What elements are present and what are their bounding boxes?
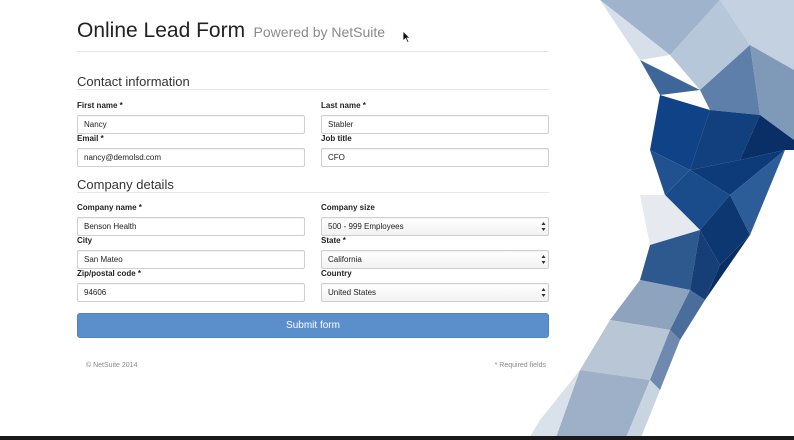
state-label: State * bbox=[321, 236, 346, 245]
page-subtitle: Powered by NetSuite bbox=[253, 24, 386, 40]
field-zip: Zip/postal code * 94606 bbox=[77, 269, 305, 302]
country-label: Country bbox=[321, 269, 352, 278]
select-arrows-icon bbox=[541, 255, 546, 264]
submit-form-button[interactable]: Submit form bbox=[77, 313, 549, 338]
arrow-cursor-icon bbox=[403, 31, 411, 43]
zip-label: Zip/postal code * bbox=[77, 269, 142, 278]
field-city: City San Mateo bbox=[77, 236, 305, 269]
field-last-name: Last name * Stabler bbox=[321, 101, 549, 134]
first-name-input[interactable]: Nancy bbox=[77, 115, 305, 134]
bottom-edge-bar bbox=[0, 436, 794, 440]
city-label: City bbox=[77, 236, 93, 245]
company-size-value: 500 - 999 Employees bbox=[328, 222, 404, 231]
job-title-label: Job title bbox=[321, 134, 352, 143]
section-divider-contact bbox=[77, 89, 549, 90]
select-arrows-icon bbox=[541, 222, 546, 231]
city-input[interactable]: San Mateo bbox=[77, 250, 305, 269]
email-label: Email * bbox=[77, 134, 104, 143]
field-company-name: Company name * Benson Health bbox=[77, 203, 305, 236]
field-first-name: First name * Nancy bbox=[77, 101, 305, 134]
company-size-select[interactable]: 500 - 999 Employees bbox=[321, 217, 549, 236]
page-title: Online Lead Form bbox=[77, 19, 246, 42]
field-email: Email * nancy@demolsd.com bbox=[77, 134, 305, 167]
zip-input[interactable]: 94606 bbox=[77, 283, 305, 302]
country-value: United States bbox=[328, 288, 377, 297]
field-company-size: Company size 500 - 999 Employees bbox=[321, 203, 549, 236]
field-job-title: Job title CFO bbox=[321, 134, 549, 167]
section-title-company: Company details bbox=[77, 177, 174, 192]
company-size-label: Company size bbox=[321, 203, 375, 212]
company-name-input[interactable]: Benson Health bbox=[77, 217, 305, 236]
first-name-label: First name * bbox=[77, 101, 123, 110]
page-header: Online Lead Form Powered by NetSuite bbox=[77, 19, 385, 43]
field-country: Country United States bbox=[321, 269, 549, 302]
section-divider-company bbox=[77, 192, 549, 193]
state-value: California bbox=[328, 255, 362, 264]
last-name-label: Last name * bbox=[321, 101, 366, 110]
company-name-label: Company name * bbox=[77, 203, 142, 212]
country-select[interactable]: United States bbox=[321, 283, 549, 302]
required-fields-note: * Required fields bbox=[494, 362, 546, 369]
last-name-input[interactable]: Stabler bbox=[321, 115, 549, 134]
email-input[interactable]: nancy@demolsd.com bbox=[77, 148, 305, 167]
field-state: State * California bbox=[321, 236, 549, 269]
copyright-text: © NetSuite 2014 bbox=[86, 362, 138, 369]
section-title-contact: Contact information bbox=[77, 74, 190, 89]
select-arrows-icon bbox=[541, 288, 546, 297]
state-select[interactable]: California bbox=[321, 250, 549, 269]
header-divider bbox=[77, 51, 549, 52]
job-title-input[interactable]: CFO bbox=[321, 148, 549, 167]
